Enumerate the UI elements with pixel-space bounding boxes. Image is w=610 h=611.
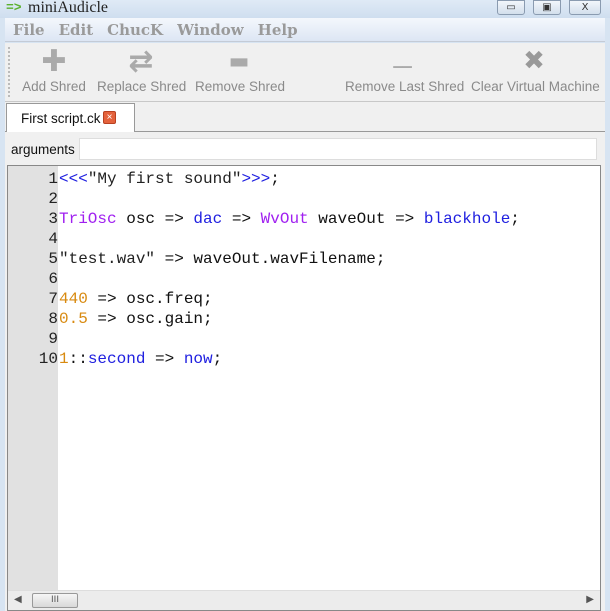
clear-vm-button[interactable]: ✖ Clear Virtual Machine <box>471 43 600 101</box>
code-token: => osc.gain; <box>87 310 213 328</box>
code-text: "test.wav" => waveOut.wavFilename; <box>59 249 385 269</box>
menu-edit[interactable]: Edit <box>59 18 94 42</box>
close-button[interactable]: X <box>569 0 601 15</box>
code-token: :: <box>68 350 88 368</box>
code-text: 440 => osc.freq; <box>59 289 213 309</box>
tab-first-script[interactable]: First script.ck × <box>6 103 135 132</box>
code-line: 1 <<<"My first sound">>>; <box>8 169 279 189</box>
remove-shred-label: Remove Shred <box>195 79 286 94</box>
code-text: TriOsc osc => dac => WvOut waveOut => bl… <box>59 209 520 229</box>
code-token: second <box>87 350 146 368</box>
title-bar: => miniAudicle ▭ ▣ X <box>0 0 610 18</box>
line-number: 3 <box>48 210 58 228</box>
code-token: 0.5 <box>59 310 88 328</box>
minimize-button[interactable]: ▭ <box>497 0 525 15</box>
add-shred-button[interactable]: ✚ Add Shred <box>22 43 86 101</box>
code-token: waveOut => <box>308 210 424 228</box>
code-text: <<<"My first sound">>>; <box>59 169 280 189</box>
code-token: => waveOut.wavFilename; <box>155 250 386 268</box>
line-number: 2 <box>48 190 58 208</box>
clear-vm-label: Clear Virtual Machine <box>471 79 600 94</box>
code-token: "test.wav" <box>59 250 156 268</box>
scroll-right-icon[interactable]: ▶ <box>586 594 594 605</box>
code-token: <<< <box>59 170 88 188</box>
code-token: => <box>222 210 261 228</box>
replace-arrows-icon: ⇄ <box>128 43 154 79</box>
code-token: 440 <box>59 290 88 308</box>
line-number: 6 <box>48 270 58 288</box>
code-token: => <box>145 350 184 368</box>
code-text: 1::second => now; <box>59 349 222 369</box>
code-line: 2 <box>8 189 58 209</box>
line-number: 9 <box>48 330 58 348</box>
code-text: 0.5 => osc.gain; <box>59 309 213 329</box>
line-number: 8 <box>48 310 58 328</box>
code-token: "My first sound" <box>87 170 242 188</box>
replace-shred-label: Replace Shred <box>97 79 187 94</box>
line-number: 4 <box>48 230 58 248</box>
remove-last-icon: ▁▁ <box>393 54 412 68</box>
code-token: ; <box>212 350 223 368</box>
menu-chuck[interactable]: ChucK <box>107 18 163 42</box>
tab-close-icon[interactable]: × <box>103 111 116 124</box>
arguments-label: arguments <box>11 142 75 157</box>
minus-icon: ▬ <box>228 48 250 74</box>
horizontal-scrollbar[interactable]: ◀ III ▶ <box>8 590 600 610</box>
line-number: 1 <box>48 170 58 188</box>
code-line: 4 <box>8 229 58 249</box>
plus-icon: ✚ <box>41 43 67 79</box>
tab-content: arguments 1 <<<"My first sound">>>; 2 3 TriO… <box>5 131 605 611</box>
code-line: 7 440 => osc.freq; <box>8 289 212 309</box>
window-title: miniAudicle <box>28 0 108 16</box>
toolbar-grip[interactable] <box>8 47 10 97</box>
menu-window[interactable]: Window <box>177 18 244 42</box>
line-number: 5 <box>48 250 58 268</box>
maximize-button[interactable]: ▣ <box>533 0 561 15</box>
toolbar: ✚ Add Shred ⇄ Replace Shred ▬ Remove Shred … <box>5 43 605 102</box>
menu-bar: File Edit ChucK Window Help <box>5 18 605 42</box>
line-number: 7 <box>48 290 58 308</box>
tab-label: First script.ck <box>21 111 101 126</box>
code-token: now <box>183 350 213 368</box>
code-line: 8 0.5 => osc.gain; <box>8 309 212 329</box>
arguments-input[interactable] <box>79 138 597 160</box>
code-token: blackhole <box>423 210 511 228</box>
remove-shred-button[interactable]: ▬ Remove Shred <box>195 43 286 101</box>
code-token: osc => <box>116 210 194 228</box>
menu-file[interactable]: File <box>13 18 45 42</box>
document-panel: arguments 1 <<<"My first sound">>>; 2 3 TriO… <box>5 102 605 611</box>
code-line: 9 <box>8 329 58 349</box>
remove-last-shred-label: Remove Last Shred <box>345 79 465 94</box>
code-editor[interactable]: 1 <<<"My first sound">>>; 2 3 TriOsc osc => … <box>7 165 601 611</box>
code-token: TriOsc <box>59 210 117 228</box>
scroll-left-icon[interactable]: ◀ <box>14 594 22 605</box>
code-token: ; <box>510 210 520 228</box>
add-shred-label: Add Shred <box>22 79 86 94</box>
line-number: 10 <box>38 350 58 368</box>
x-icon: ✖ <box>523 46 545 76</box>
code-line: 6 <box>8 269 58 289</box>
code-token: => osc.freq; <box>87 290 213 308</box>
code-token: WvOut <box>260 210 309 228</box>
menu-help[interactable]: Help <box>258 18 298 42</box>
code-token: dac <box>193 210 223 228</box>
code-token: 1 <box>59 350 69 368</box>
scrollbar-thumb[interactable]: III <box>32 593 78 608</box>
code-token: ; <box>270 170 280 188</box>
app-logo: => <box>6 0 22 15</box>
code-token: >>> <box>241 170 271 188</box>
code-line: 5 "test.wav" => waveOut.wavFilename; <box>8 249 385 269</box>
code-line: 10 1::second => now; <box>8 349 222 369</box>
replace-shred-button[interactable]: ⇄ Replace Shred <box>97 43 187 101</box>
code-line: 3 TriOsc osc => dac => WvOut waveOut => b… <box>8 209 520 229</box>
remove-last-shred-button[interactable]: ▁▁ Remove Last Shred <box>345 43 465 101</box>
